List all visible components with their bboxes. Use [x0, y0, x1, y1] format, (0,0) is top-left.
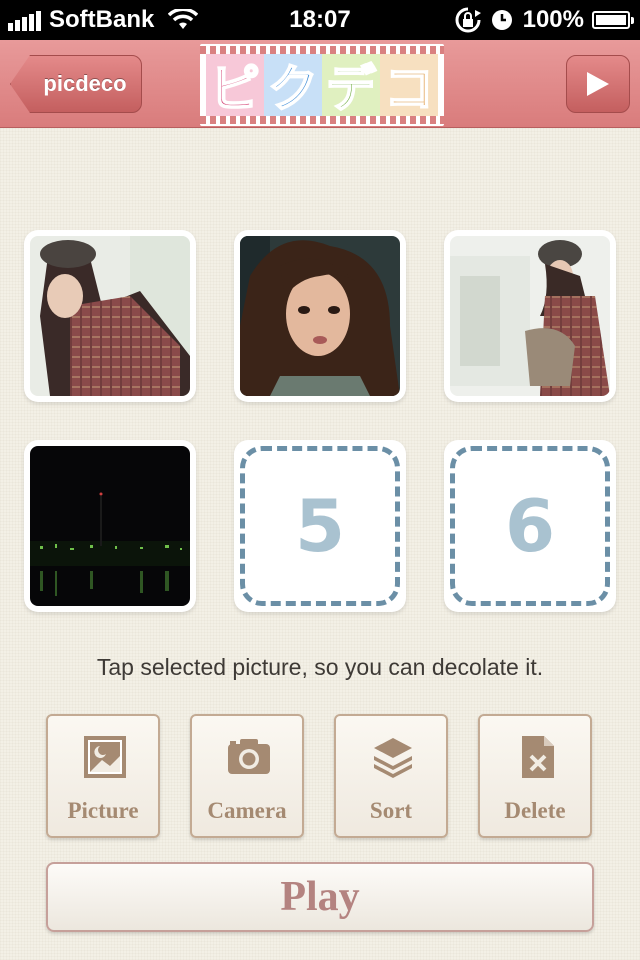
photo-slot-1[interactable]	[24, 230, 196, 402]
back-button-label: picdeco	[43, 71, 127, 96]
status-bar: SoftBank 18:07 100%	[0, 0, 640, 40]
photo-slot-2[interactable]	[234, 230, 406, 402]
photo-slot-5[interactable]: 5	[234, 440, 406, 612]
delete-file-icon	[522, 736, 554, 778]
sort-button[interactable]: Sort	[334, 714, 448, 838]
logo-char-2: ク	[264, 54, 322, 119]
camera-icon	[228, 739, 270, 774]
back-button[interactable]: picdeco	[10, 55, 142, 113]
rotation-lock-icon	[455, 7, 481, 33]
camera-button-label: Camera	[207, 798, 287, 823]
sort-button-label: Sort	[369, 798, 413, 823]
photo-slot-3[interactable]	[444, 230, 616, 402]
delete-button[interactable]: Delete	[478, 714, 592, 838]
layers-icon	[374, 738, 412, 778]
photo-thumbnail	[30, 236, 190, 396]
alarm-clock-icon	[491, 10, 512, 30]
battery-icon	[592, 11, 634, 29]
picture-icon	[84, 736, 126, 778]
logo-char-1: ピ	[206, 54, 264, 119]
battery-percent: 100%	[522, 6, 584, 33]
photo-thumbnail	[240, 236, 400, 396]
photo-thumbnail	[450, 236, 610, 396]
photo-thumbnail	[30, 446, 190, 606]
camera-button[interactable]: Camera	[190, 714, 304, 838]
film-strip-bottom	[200, 116, 444, 124]
picture-button[interactable]: Picture	[46, 714, 160, 838]
app-logo: ピクデコ	[200, 44, 444, 126]
slot-number: 6	[504, 484, 556, 568]
photo-slot-6[interactable]: 6	[444, 440, 616, 612]
hint-text: Tap selected picture, so you can decolat…	[96, 654, 544, 680]
play-button[interactable]: Play	[46, 862, 594, 932]
film-strip-top	[200, 46, 444, 54]
empty-slot-placeholder: 6	[450, 446, 610, 606]
delete-button-label: Delete	[504, 798, 566, 823]
play-triangle-icon	[587, 72, 609, 96]
empty-slot-placeholder: 5	[240, 446, 400, 606]
picture-button-label: Picture	[67, 798, 139, 823]
photo-slot-4[interactable]	[24, 440, 196, 612]
logo-char-4: コ	[380, 54, 438, 119]
next-play-button[interactable]	[566, 55, 630, 113]
slot-number: 5	[294, 484, 346, 568]
play-button-label: Play	[280, 874, 360, 920]
logo-char-3: デ	[322, 54, 380, 119]
